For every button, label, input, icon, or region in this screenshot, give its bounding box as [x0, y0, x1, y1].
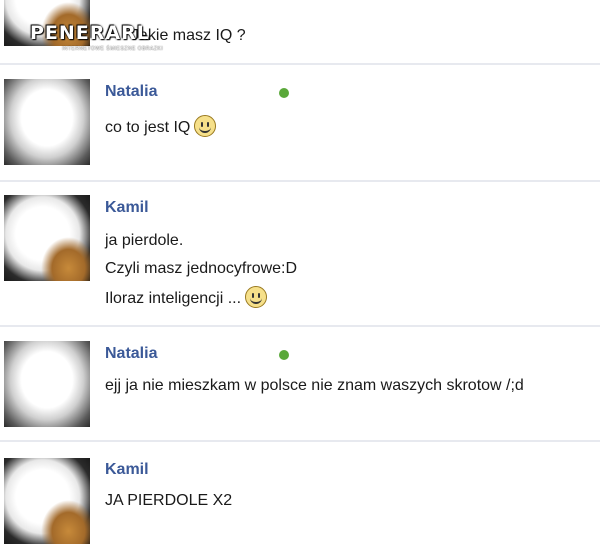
message-text: Iloraz inteligencji ...	[105, 286, 268, 310]
author-name[interactable]: Natalia	[105, 83, 157, 101]
message-separator	[0, 63, 600, 65]
message-text: JA PIERDOLE X2	[105, 492, 233, 509]
author-name[interactable]: Kamil	[105, 199, 149, 217]
avatar[interactable]	[4, 195, 90, 281]
message-text: ejj ja nie mieszkam w polsce nie znam wa…	[105, 377, 524, 394]
message-text: Czyli masz jednocyfrowe:D	[105, 260, 298, 277]
avatar[interactable]	[4, 458, 90, 544]
message-separator	[0, 440, 600, 442]
avatar[interactable]	[4, 341, 90, 427]
smiley-icon	[194, 115, 217, 137]
online-dot-icon	[279, 88, 289, 98]
smiley-icon	[245, 286, 268, 308]
author-name[interactable]: Natalia	[105, 345, 157, 363]
avatar[interactable]	[4, 79, 90, 165]
message-separator	[0, 325, 600, 327]
message-text: ja pierdole.	[105, 232, 184, 249]
online-dot-icon	[279, 350, 289, 360]
author-name[interactable]: Kamil	[105, 461, 149, 479]
message-separator	[0, 180, 600, 182]
watermark-logo: PENERARL	[30, 22, 150, 44]
message-text: co to jest IQ	[105, 115, 217, 139]
watermark-subtitle: INTERNETOWE ŚMIESZNE OBRAZKI	[62, 46, 164, 52]
